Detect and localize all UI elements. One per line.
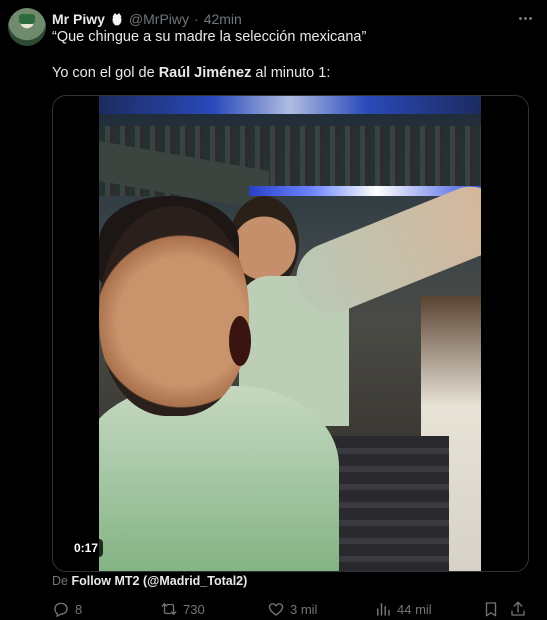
video-player[interactable]: 0:17	[52, 95, 529, 572]
video-frame[interactable]	[99, 96, 481, 571]
avatar[interactable]	[8, 8, 46, 46]
source-prefix: De	[52, 574, 72, 588]
reply-button[interactable]: 8	[52, 600, 82, 618]
share-icon	[511, 601, 525, 616]
tweet-text-bold-name: Raúl Jiménez	[158, 65, 252, 81]
video-duration: 0:17	[69, 539, 104, 557]
stadium-roof-lights	[99, 96, 481, 114]
like-button[interactable]: 3 mil	[267, 600, 317, 618]
user-handle[interactable]: @MrPiwy	[129, 11, 189, 27]
tweet-text-line1: “Que chingue a su madre la selección mex…	[52, 29, 367, 45]
tweet-header: Mr Piwy @MrPiwy · 42min	[52, 9, 535, 29]
stadium-seats	[329, 436, 449, 571]
separator-dot: ·	[194, 11, 199, 27]
fan-face	[99, 206, 249, 416]
egg-emoji-icon	[110, 12, 124, 26]
reply-icon	[54, 602, 68, 618]
share-button[interactable]	[509, 600, 527, 618]
tweet-text-suffix: al minuto 1:	[251, 65, 331, 81]
repost-icon	[161, 603, 177, 615]
more-icon[interactable]	[515, 9, 535, 27]
action-bar: 8 730 3 mil 44 mil	[52, 598, 535, 620]
like-count: 3 mil	[290, 601, 318, 617]
views-count: 44 mil	[397, 601, 432, 617]
tweet-text-prefix: Yo con el gol de	[52, 65, 159, 81]
fan-open-mouth	[229, 316, 251, 366]
reply-count: 8	[75, 601, 83, 617]
fan-jersey	[99, 386, 339, 571]
views-icon	[377, 603, 390, 616]
views-button[interactable]: 44 mil	[374, 600, 432, 618]
bookmark-icon	[485, 602, 497, 617]
timestamp[interactable]: 42min	[204, 11, 242, 27]
heart-icon	[268, 603, 284, 616]
avatar-emblem	[19, 14, 35, 24]
repost-count: 730	[183, 601, 205, 617]
display-name[interactable]: Mr Piwy	[52, 11, 105, 27]
tweet-text-line2: Yo con el gol de Raúl Jiménez al minuto …	[52, 65, 330, 81]
bookmark-button[interactable]	[482, 600, 500, 618]
media-source: De Follow MT2 (@Madrid_Total2)	[52, 574, 247, 588]
repost-button[interactable]: 730	[160, 600, 205, 618]
source-account-link[interactable]: Follow MT2 (@Madrid_Total2)	[71, 574, 247, 588]
